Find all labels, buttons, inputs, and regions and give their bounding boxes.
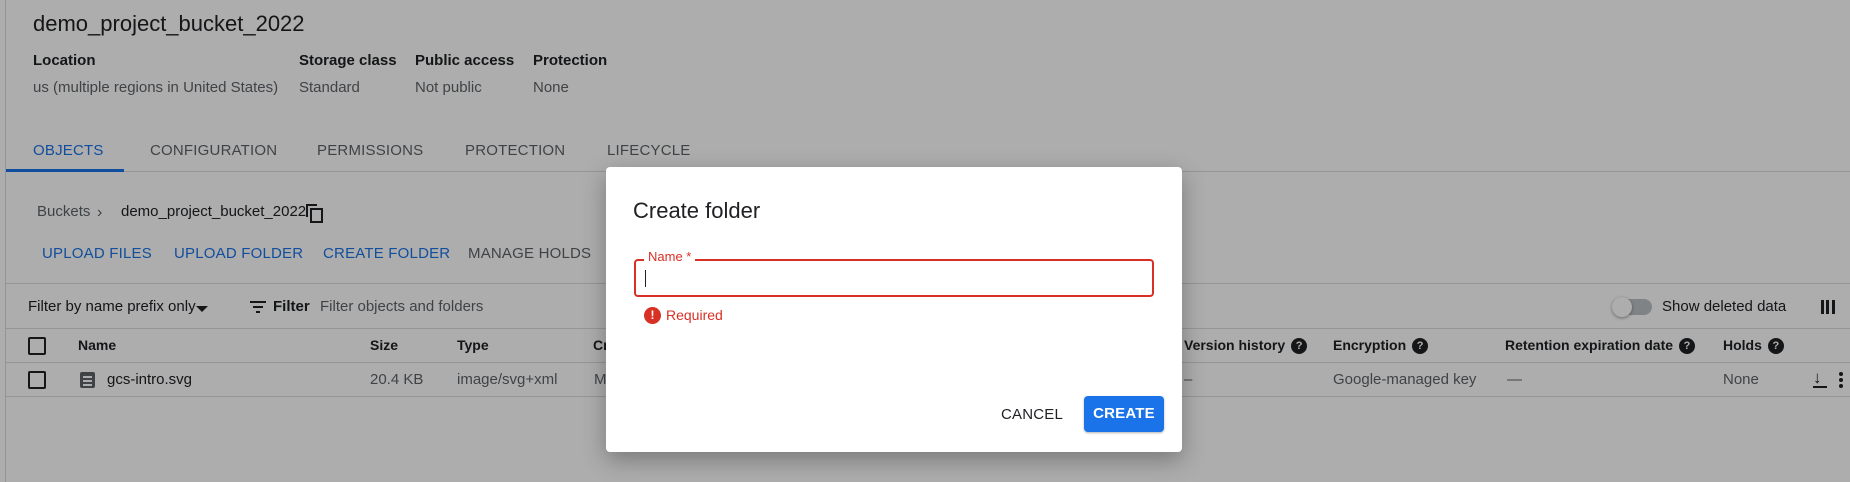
- error-icon: !: [644, 307, 661, 324]
- folder-name-input[interactable]: [644, 267, 1144, 289]
- text-cursor: [645, 270, 646, 287]
- folder-name-label: Name *: [644, 249, 696, 264]
- error-message: Required: [666, 307, 723, 323]
- create-button[interactable]: CREATE: [1084, 396, 1164, 432]
- create-folder-dialog: Create folder Name * ! Required CANCEL C…: [606, 167, 1182, 452]
- cancel-button[interactable]: CANCEL: [998, 398, 1066, 432]
- folder-name-field[interactable]: Name *: [634, 249, 1154, 297]
- dialog-title: Create folder: [633, 198, 761, 223]
